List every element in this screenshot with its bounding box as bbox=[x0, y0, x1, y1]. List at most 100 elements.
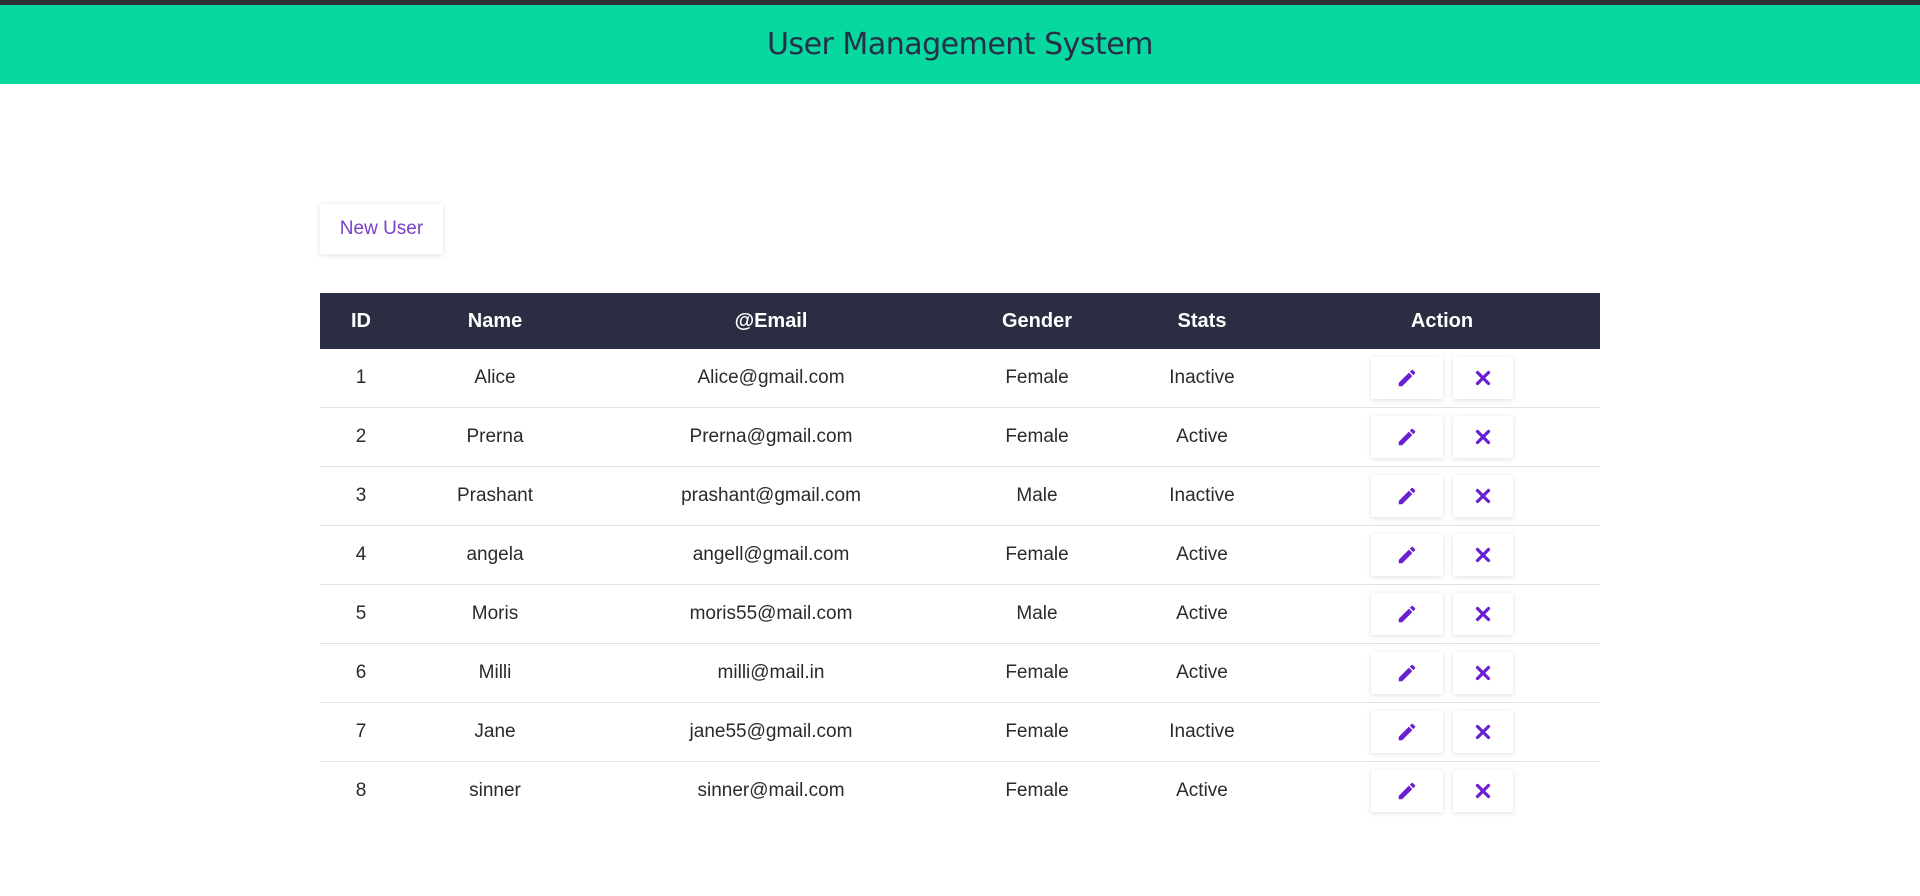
table-header-row: ID Name @Email Gender Stats Action bbox=[320, 293, 1600, 349]
delete-button[interactable] bbox=[1453, 593, 1513, 635]
cell-name: sinner bbox=[469, 780, 521, 801]
pencil-icon bbox=[1398, 605, 1416, 623]
edit-button[interactable] bbox=[1371, 593, 1443, 635]
cell-id: 1 bbox=[320, 349, 402, 408]
column-header-email[interactable]: @Email bbox=[588, 293, 954, 349]
cell-name: Moris bbox=[402, 584, 588, 644]
row-actions bbox=[1284, 593, 1600, 635]
row-actions bbox=[1284, 652, 1600, 694]
row-actions bbox=[1284, 357, 1600, 399]
row-actions bbox=[1284, 534, 1600, 576]
cell-stats: Active bbox=[1120, 584, 1284, 644]
cell-stats: Active bbox=[1120, 407, 1284, 467]
edit-button[interactable] bbox=[1371, 770, 1443, 812]
cell-gender: Male bbox=[954, 466, 1120, 526]
cell-action bbox=[1284, 525, 1600, 585]
cell-email: Prerna@gmail.com bbox=[588, 407, 954, 467]
cell-stats: Inactive bbox=[1120, 466, 1284, 526]
table-row: 3 Prashant prashant@gmail.com Male Inact… bbox=[320, 466, 1600, 526]
cell-name: Prerna bbox=[402, 407, 588, 467]
column-header-gender[interactable]: Gender bbox=[954, 293, 1120, 349]
close-icon bbox=[1475, 429, 1491, 445]
table-row: 2 Prerna Prerna@gmail.com Female Active bbox=[320, 407, 1600, 467]
cell-email: sinner@mail.com bbox=[697, 780, 845, 801]
cell-action bbox=[1284, 407, 1600, 467]
cell-gender: Female bbox=[954, 349, 1120, 408]
pencil-icon bbox=[1398, 546, 1416, 564]
app-header: User Management System bbox=[0, 5, 1920, 84]
edit-button[interactable] bbox=[1371, 416, 1443, 458]
cell-email: milli@mail.in bbox=[588, 643, 954, 703]
close-icon bbox=[1475, 370, 1491, 386]
close-icon bbox=[1475, 665, 1491, 681]
row-actions bbox=[1284, 416, 1600, 458]
table-row: 6 Milli milli@mail.in Female Active bbox=[320, 643, 1600, 703]
pencil-icon bbox=[1398, 487, 1416, 505]
cell-name: Jane bbox=[402, 702, 588, 762]
column-header-id[interactable]: ID bbox=[320, 293, 402, 349]
pencil-icon bbox=[1398, 369, 1416, 387]
delete-button[interactable] bbox=[1453, 357, 1513, 399]
cell-name: Alice bbox=[402, 349, 588, 408]
cell-id: 4 bbox=[320, 525, 402, 585]
new-user-button[interactable]: New User bbox=[320, 204, 443, 254]
cell-gender: Male bbox=[954, 584, 1120, 644]
pencil-icon bbox=[1398, 664, 1416, 682]
cell-stats: Active bbox=[1120, 525, 1284, 585]
cell-email: moris55@mail.com bbox=[588, 584, 954, 644]
row-actions bbox=[1284, 475, 1600, 517]
cell-stats: Inactive bbox=[1120, 702, 1284, 762]
cell-action bbox=[1284, 762, 1600, 821]
cell-email: angell@gmail.com bbox=[588, 525, 954, 585]
column-header-stats[interactable]: Stats bbox=[1120, 293, 1284, 349]
cell-gender: Female bbox=[954, 702, 1120, 762]
users-table: ID Name @Email Gender Stats Action 1 Ali… bbox=[320, 293, 1600, 820]
edit-button[interactable] bbox=[1371, 711, 1443, 753]
table-row: 7 Jane jane55@gmail.com Female Inactive bbox=[320, 702, 1600, 762]
delete-button[interactable] bbox=[1453, 534, 1513, 576]
cell-stats: Active bbox=[1120, 643, 1284, 703]
cell-gender: Female bbox=[954, 407, 1120, 467]
cell-id: 7 bbox=[320, 702, 402, 762]
cell-email: Alice@gmail.com bbox=[588, 349, 954, 408]
delete-button[interactable] bbox=[1453, 416, 1513, 458]
table-body: 1 Alice Alice@gmail.com Female Inactive bbox=[320, 349, 1600, 820]
cell-action bbox=[1284, 466, 1600, 526]
edit-button[interactable] bbox=[1371, 357, 1443, 399]
table-row: 8 sinner sinner@mail.com Female Active bbox=[320, 762, 1600, 821]
pencil-icon bbox=[1398, 782, 1416, 800]
cell-id: 3 bbox=[320, 466, 402, 526]
pencil-icon bbox=[1398, 723, 1416, 741]
table-row: 1 Alice Alice@gmail.com Female Inactive bbox=[320, 349, 1600, 408]
table-row: 4 angela angell@gmail.com Female Active bbox=[320, 525, 1600, 585]
cell-action bbox=[1284, 643, 1600, 703]
cell-id: 2 bbox=[320, 407, 402, 467]
edit-button[interactable] bbox=[1371, 652, 1443, 694]
delete-button[interactable] bbox=[1453, 770, 1513, 812]
close-icon bbox=[1475, 606, 1491, 622]
page-title: User Management System bbox=[767, 27, 1153, 62]
cell-id: 8 bbox=[355, 780, 367, 801]
row-actions bbox=[1284, 770, 1600, 812]
delete-button[interactable] bbox=[1453, 475, 1513, 517]
close-icon bbox=[1475, 488, 1491, 504]
cell-name: angela bbox=[402, 525, 588, 585]
delete-button[interactable] bbox=[1453, 711, 1513, 753]
column-header-action: Action bbox=[1410, 309, 1474, 332]
cell-gender: Female bbox=[954, 525, 1120, 585]
cell-stats: Inactive bbox=[1120, 349, 1284, 408]
close-icon bbox=[1475, 724, 1491, 740]
cell-email: jane55@gmail.com bbox=[588, 702, 954, 762]
cell-id: 6 bbox=[320, 643, 402, 703]
cell-action bbox=[1284, 349, 1600, 408]
table-header: ID Name @Email Gender Stats Action bbox=[320, 293, 1600, 349]
column-header-name[interactable]: Name bbox=[402, 293, 588, 349]
pencil-icon bbox=[1398, 428, 1416, 446]
edit-button[interactable] bbox=[1371, 534, 1443, 576]
row-actions bbox=[1284, 711, 1600, 753]
cell-action bbox=[1284, 584, 1600, 644]
cell-stats: Active bbox=[1176, 780, 1228, 801]
table-row: 5 Moris moris55@mail.com Male Active bbox=[320, 584, 1600, 644]
delete-button[interactable] bbox=[1453, 652, 1513, 694]
edit-button[interactable] bbox=[1371, 475, 1443, 517]
